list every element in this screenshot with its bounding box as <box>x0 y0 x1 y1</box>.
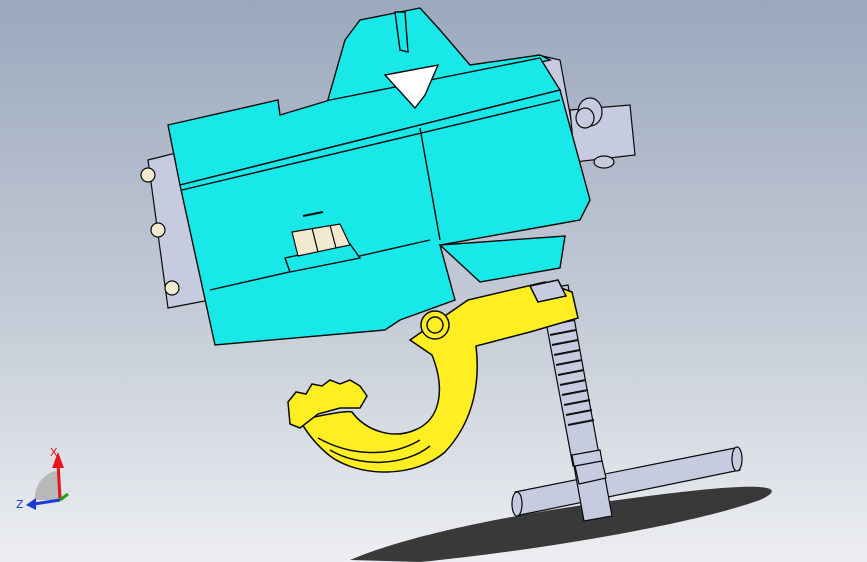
x-axis-label: X <box>50 446 58 459</box>
model-canvas[interactable]: X Z <box>0 0 867 562</box>
z-axis-label: Z <box>16 498 24 511</box>
cad-viewport[interactable]: X Z <box>0 0 867 562</box>
axis-triad: X Z <box>16 446 69 511</box>
